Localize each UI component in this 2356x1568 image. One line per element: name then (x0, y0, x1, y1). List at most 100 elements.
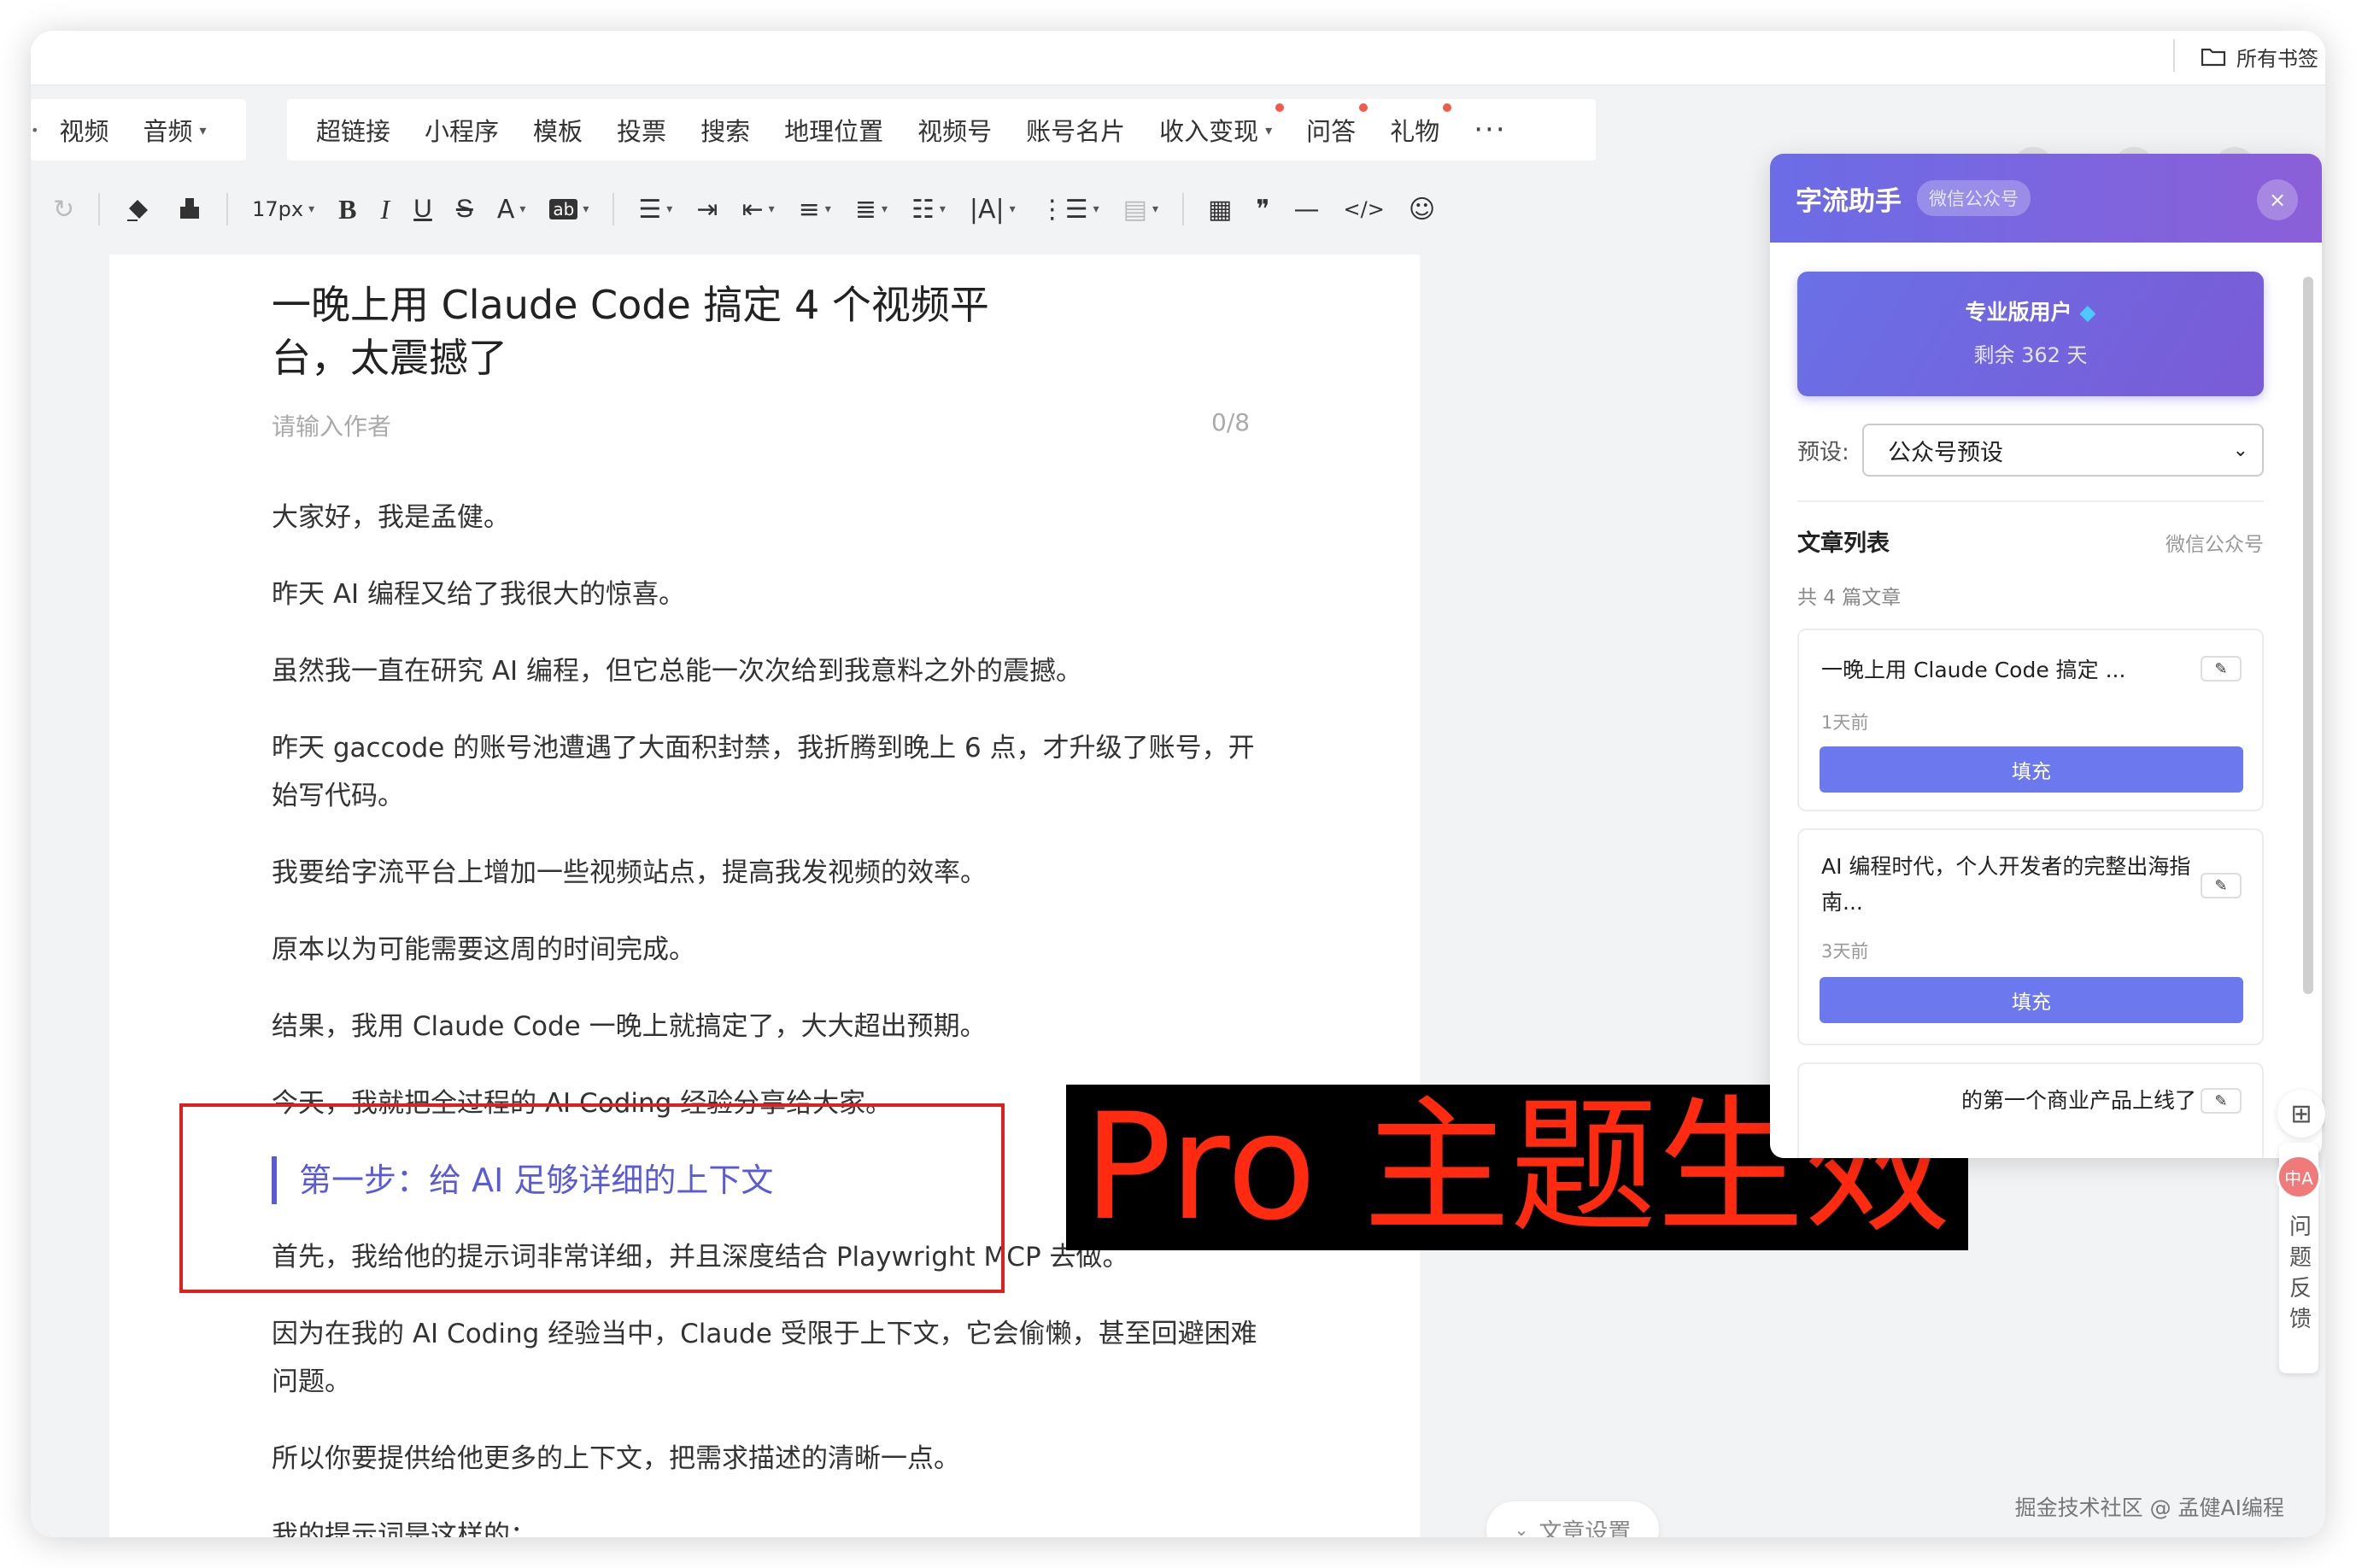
author-input[interactable]: 请输入作者 (272, 408, 391, 442)
chevron-down-icon: ▾ (824, 202, 831, 216)
menu-item-label: 投票 (617, 117, 667, 146)
platform-badge: 微信公众号 (1917, 180, 2031, 216)
indent-icon[interactable]: ⇥ (696, 195, 718, 225)
menu-item[interactable]: 模板 (533, 112, 583, 148)
preset-select[interactable]: 公众号预设 ⌄ (1862, 424, 2264, 477)
notification-dot (1443, 103, 1452, 112)
font-color-button[interactable]: A ▾ (497, 195, 526, 225)
notification-dot (1359, 103, 1368, 112)
article-card[interactable]: 的第一个商业产品上线了 ✎ (1797, 1062, 2264, 1158)
menu-item[interactable]: 礼物 (1390, 103, 1452, 148)
menu-item[interactable]: 问答 (1306, 103, 1368, 148)
all-bookmarks-button[interactable]: 所有书签 (2201, 39, 2318, 73)
chevron-down-icon: ▾ (1152, 202, 1159, 216)
bold-button[interactable]: B (338, 194, 356, 225)
chevron-down-icon: ▾ (1093, 202, 1099, 216)
menu-audio[interactable]: 音频 ▾ (143, 112, 206, 148)
watermark: 掘金技术社区 @ 孟健AI编程 (2014, 1495, 2284, 1520)
edit-note-icon[interactable]: ✎ (2201, 656, 2242, 682)
panel-divider (1797, 500, 2264, 502)
article-body[interactable]: 大家好，我是孟健。 昨天 AI 编程又给了我很大的惊喜。 虽然我一直在研究 AI 编… (272, 494, 1271, 1537)
format-painter-icon[interactable] (177, 195, 202, 224)
article-title-input[interactable]: 一晚上用 Claude Code 搞定 4 个视频平台，太震撼了 (272, 278, 1040, 384)
article-card[interactable]: 一晚上用 Claude Code 搞定 ... ✎ 1天前 填充 (1797, 629, 2264, 811)
outdent-button[interactable]: ⇤ ▾ (741, 195, 774, 225)
menu-item[interactable]: 地理位置 (784, 112, 883, 148)
double-chevron-down-icon: ⌄ (1514, 1519, 1529, 1537)
block-indent-button[interactable]: ☷ ▾ (911, 195, 946, 225)
panel-header: 字流助手 微信公众号 × (1770, 154, 2322, 243)
bookmark-bar: 所有书签 (31, 31, 2325, 85)
toolbar-divider (612, 193, 615, 225)
paragraph: 我要给字流平台上增加一些视频站点，提高我发视频的效率。 (272, 857, 987, 888)
menu-item[interactable]: 搜索 (700, 112, 750, 148)
menu-item[interactable]: 投票 (617, 112, 666, 148)
browser-window: 所有书签 • 视频 音频 ▾ 超链接 小程序 模板 投票 搜索 地理位置 视频号 账号名片 收入变… (31, 31, 2325, 1537)
list-button[interactable]: ⋮☰ ▾ (1040, 195, 1099, 225)
pro-status-title: 专业版用户 ◆ (1797, 295, 2264, 326)
article-settings-button[interactable]: ⌄ 文章设置 (1486, 1501, 1659, 1537)
highlight-icon: ab (549, 199, 578, 219)
table-icon[interactable]: ▦ (1208, 195, 1232, 225)
close-icon[interactable]: × (2257, 179, 2298, 220)
divider-line-icon[interactable]: — (1294, 195, 1320, 225)
highlight-button[interactable]: ab ▾ (549, 199, 589, 219)
paragraph: 昨天 AI 编程又给了我很大的惊喜。 (272, 579, 686, 610)
menu-item[interactable]: 收入变现 ▾ (1159, 103, 1285, 148)
fill-button[interactable]: 填充 (1820, 977, 2243, 1023)
code-icon[interactable]: </> (1344, 197, 1385, 221)
menu-item-label: 小程序 (425, 117, 500, 146)
article-card[interactable]: AI 编程时代，个人开发者的完整出海指南... ✎ 3天前 填充 (1797, 828, 2264, 1045)
article-card-time: 3天前 (1821, 941, 1869, 962)
menu-item-label: 搜索 (700, 117, 751, 146)
fill-button[interactable]: 填充 (1820, 746, 2243, 793)
toolbar-divider (226, 193, 229, 225)
style-button[interactable]: ▤ ▾ (1123, 195, 1158, 225)
feedback-label: 问题反馈 (2285, 1214, 2312, 1337)
menu-item[interactable]: 账号名片 (1026, 112, 1125, 148)
paragraph: 我的提示词是这样的： (272, 1520, 536, 1537)
menu-item[interactable]: 小程序 (425, 112, 499, 148)
menu-item[interactable]: 超链接 (316, 112, 390, 148)
letter-spacing-button[interactable]: |A| ▾ (970, 195, 1016, 225)
chevron-down-icon: ⌄ (2232, 439, 2248, 461)
menu-video[interactable]: 视频 (59, 112, 108, 148)
chevron-down-icon: ▾ (768, 202, 775, 216)
pro-status-label: 专业版用户 (1965, 300, 2072, 325)
font-size-select[interactable]: 17px ▾ (252, 197, 314, 221)
chevron-down-icon: ▾ (1009, 202, 1016, 216)
paragraph: 结果，我用 Claude Code 一晚上就搞定了，大大超出预期。 (272, 1011, 987, 1042)
italic-button[interactable]: I (381, 194, 390, 225)
article-card-time: 1天前 (1821, 712, 1869, 733)
paragraph: 大家好，我是孟健。 (272, 502, 510, 533)
paragraph: 所以你要提供给他更多的上下文，把需求描述的清晰一点。 (272, 1443, 960, 1474)
feedback-button[interactable]: 中A 问题反馈 (2277, 1143, 2321, 1373)
editor-page: 一晚上用 Claude Code 搞定 4 个视频平台，太震撼了 请输入作者 0… (109, 255, 1420, 1537)
underline-button[interactable]: U (413, 195, 432, 224)
strikethrough-button[interactable]: S (456, 195, 473, 224)
edit-note-icon[interactable]: ✎ (2201, 873, 2242, 898)
panel-scrollbar[interactable] (2303, 277, 2313, 994)
bookmark-separator (2173, 39, 2175, 72)
paragraph: 因为在我的 AI Coding 经验当中，Claude 受限于上下文，它会偷懒，… (272, 1319, 1257, 1397)
menu-item[interactable]: 视频号 (917, 112, 992, 148)
folder-icon (2201, 48, 2226, 67)
redo-icon[interactable]: ↻ (53, 195, 74, 225)
paragraph-spacing-button[interactable]: ≡ ▾ (799, 195, 831, 225)
paragraph-group: 大家好，我是孟健。 昨天 AI 编程又给了我很大的惊喜。 虽然我一直在研究 AI 编… (272, 494, 1271, 1127)
panel-title: 字流助手 (1796, 185, 1902, 217)
clear-format-icon[interactable] (124, 195, 153, 224)
format-toolbar: ↻ 17px ▾ B I U S A ▾ ab ▾ ☰ ▾ ⇥ ⇤ ▾ ≡ ▾ ≣ ▾ ☷ ▾ … (31, 171, 1748, 248)
chevron-down-icon: ▾ (519, 202, 526, 216)
emoji-icon[interactable]: ☺ (1409, 195, 1435, 225)
diamond-icon: ◆ (2079, 300, 2096, 325)
more-icon[interactable]: ··· (1474, 113, 1506, 147)
chevron-down-icon: ▾ (308, 202, 315, 216)
align-button[interactable]: ☰ ▾ (638, 195, 672, 225)
grid-add-icon[interactable]: ⊞ (2277, 1090, 2325, 1138)
quote-icon[interactable]: ❞ (1256, 195, 1269, 225)
menu-item-label: 视频号 (917, 117, 993, 146)
edit-note-icon[interactable]: ✎ (2201, 1088, 2242, 1114)
assistant-panel: 字流助手 微信公众号 × 专业版用户 ◆ 剩余 362 天 预设: 公众号预设 … (1770, 154, 2322, 1158)
line-height-button[interactable]: ≣ ▾ (855, 195, 888, 225)
